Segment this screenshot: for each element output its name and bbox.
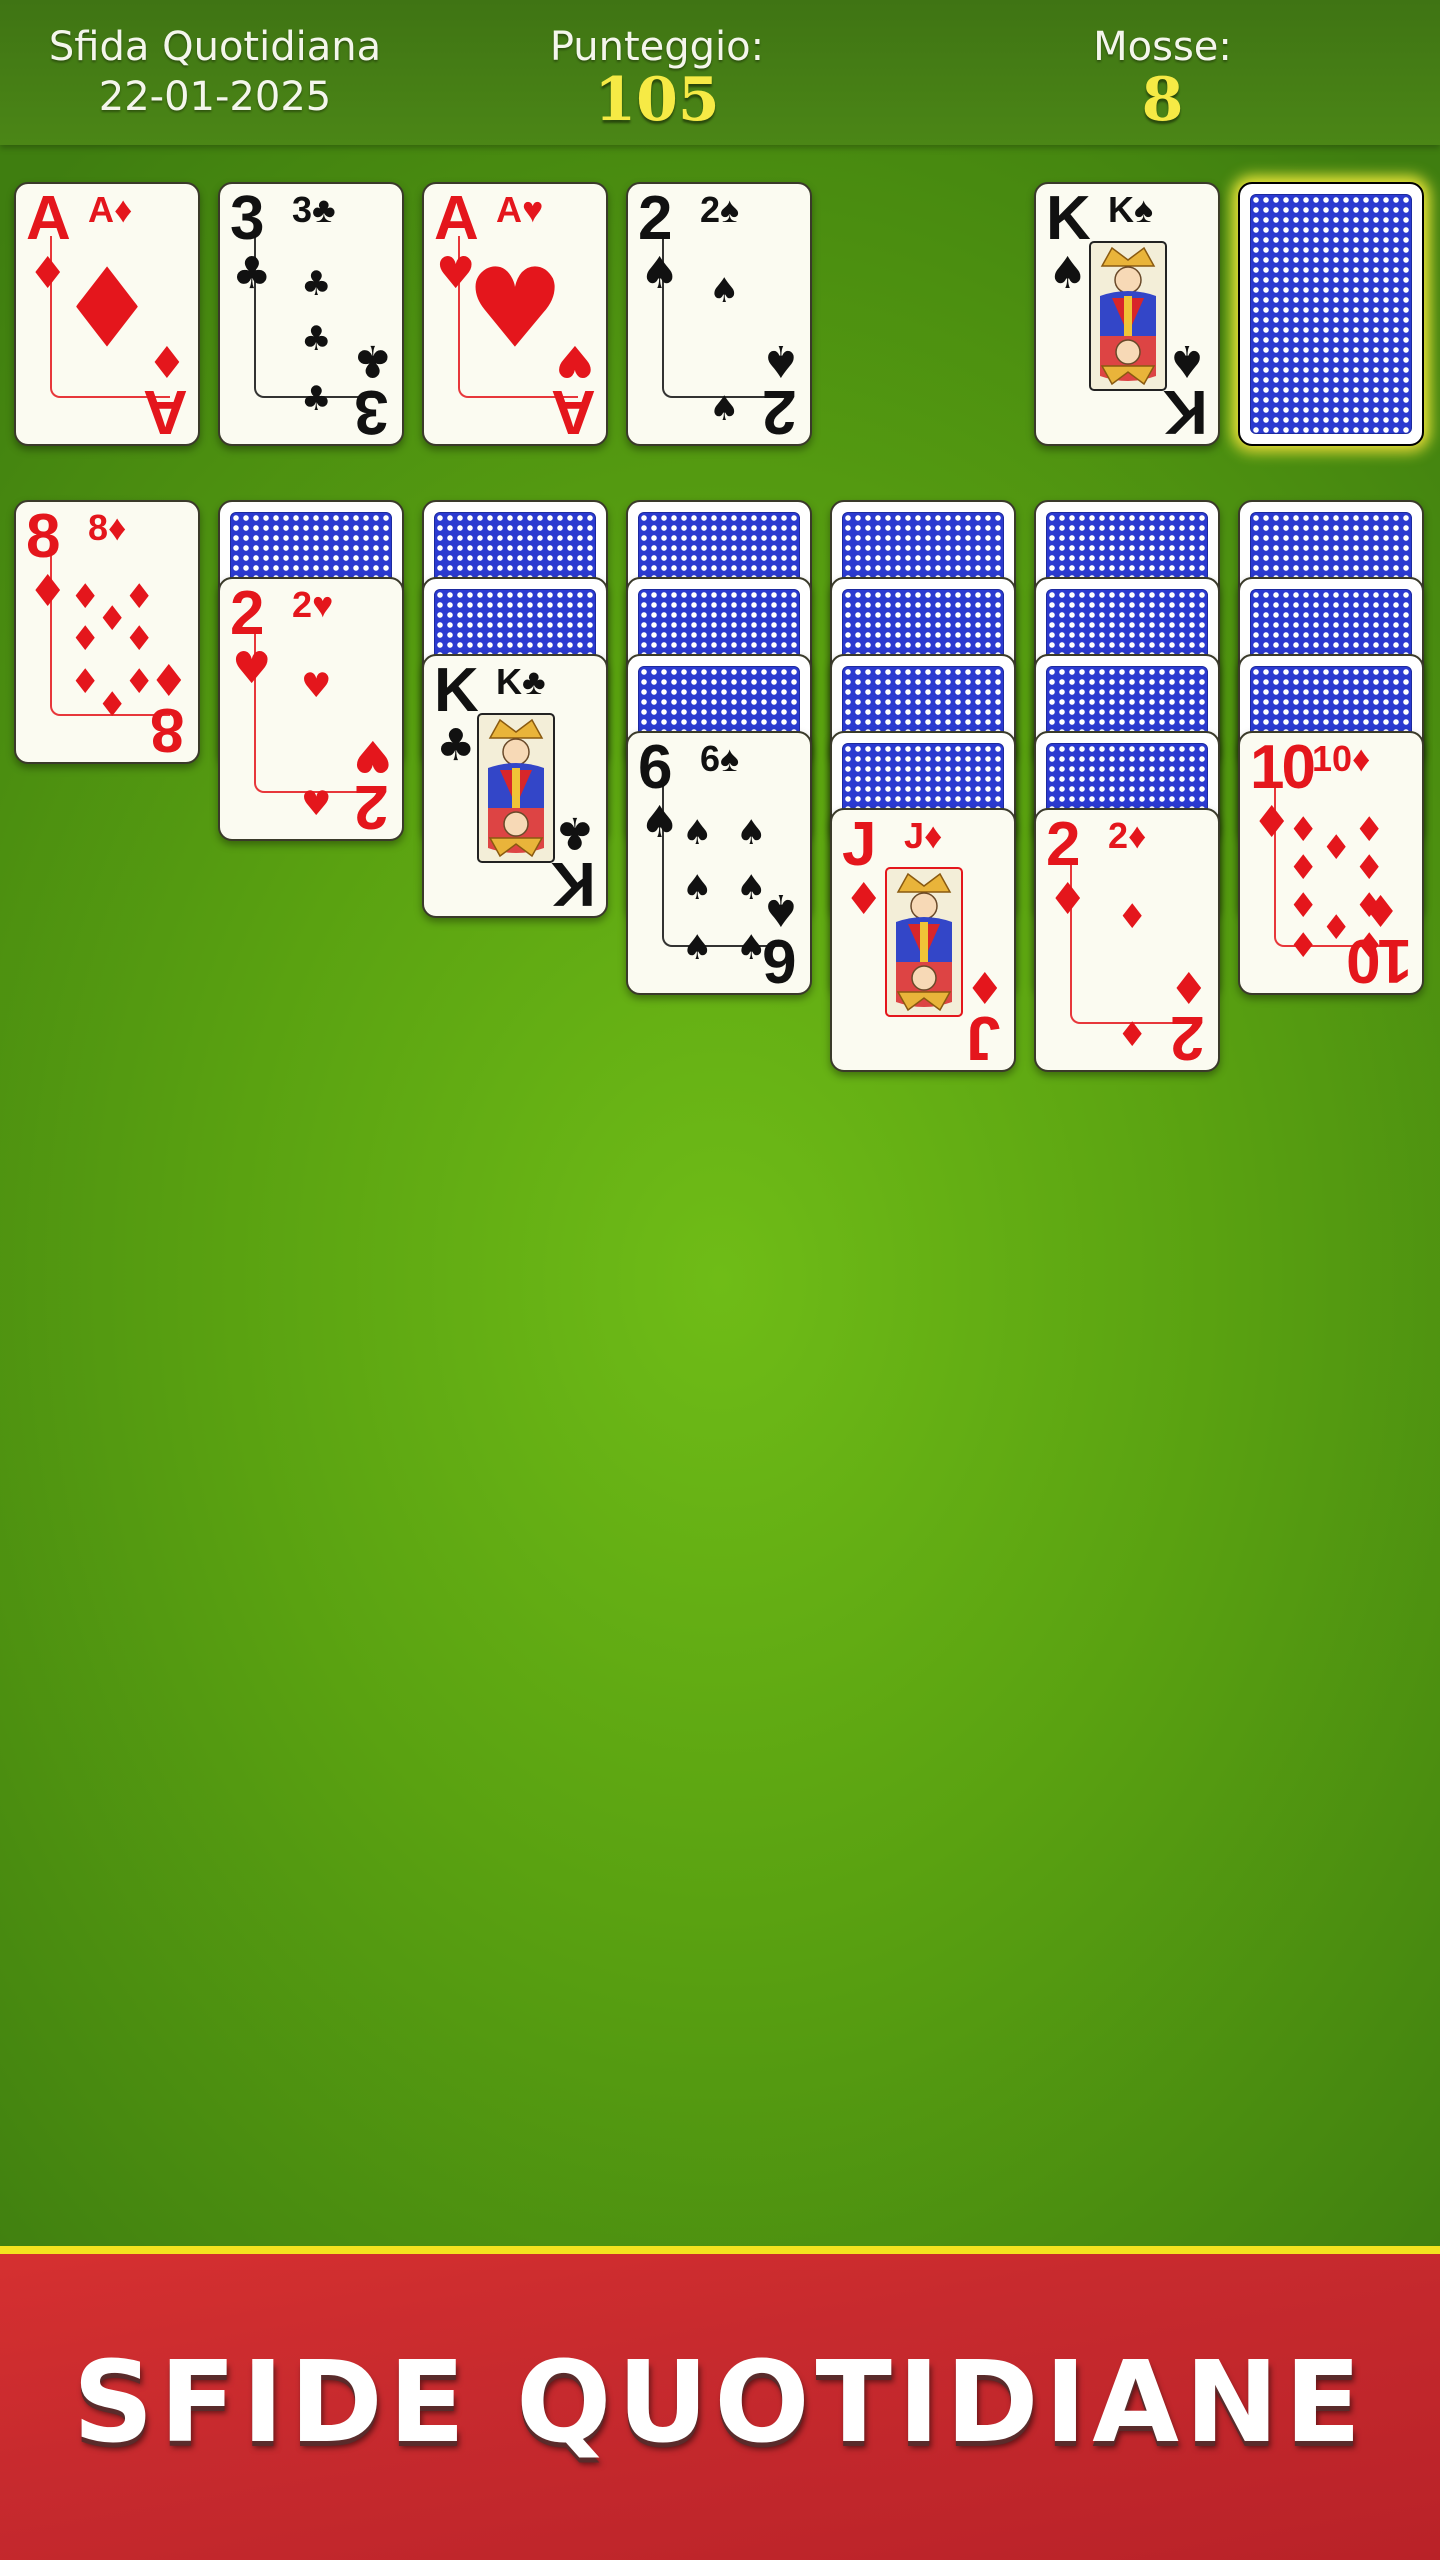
card-pip-icon: ♦ — [1354, 926, 1385, 966]
card-pip-icon: ♣ — [301, 319, 332, 359]
stock-pile[interactable] — [1238, 182, 1424, 446]
moves-display: Mosse: 8 — [1050, 22, 1275, 135]
tableau-2-top-card[interactable]: 2 ♥ 2♥ 2 ♥ ♥ ♥ — [218, 577, 404, 841]
card-pip-icon: ♠ — [682, 813, 713, 853]
card-corner-bottom: J ♦ — [964, 961, 1004, 1072]
card-frame — [254, 236, 374, 398]
tableau-1-top-card[interactable]: 8 ♦ 8♦ 8 ♦ ♦ ♦ ♦ ♦ ♦ ♦ ♦ ♦ — [14, 500, 200, 764]
card-pip-icon: ♦ — [1117, 897, 1148, 937]
card-pip-icon: ♦ — [70, 577, 101, 617]
card-pip-icon: ♦ — [1321, 828, 1352, 868]
daily-challenge-info: Sfida Quotidiana 22-01-2025 — [20, 22, 410, 122]
card-pip-icon: ♦ — [1117, 1015, 1148, 1055]
card-pip-icon: ♣ — [301, 264, 332, 304]
card-rank: J — [842, 810, 877, 879]
card-frame — [1070, 862, 1190, 1024]
foundation-pile-4[interactable]: 2 ♠ 2♠ 2 ♠ ♠ ♠ — [626, 182, 812, 446]
moves-value: 8 — [1141, 65, 1184, 135]
card-pip-icon: ♦ — [1288, 848, 1319, 888]
card-pip-icon: ♠ — [682, 868, 713, 908]
card-pip-icon: ♦ — [124, 577, 155, 617]
court-figure-icon — [1082, 236, 1174, 396]
card-pip-icon: ♠ — [736, 928, 767, 968]
card-index: J♦ — [904, 815, 943, 856]
tableau-5-top-card[interactable]: J ♦ J♦ J ♦ — [830, 808, 1016, 1072]
card-pip-icon: ♦ — [70, 619, 101, 659]
tableau-3-top-card[interactable]: K ♣ K♣ K ♣ — [422, 654, 608, 918]
card-pip-icon: ♦ — [1321, 908, 1352, 948]
card-pip-icon: ♦ — [1288, 926, 1319, 966]
card-index: 10♦ — [1312, 738, 1371, 779]
score-display: Punteggio: 105 — [507, 22, 807, 135]
card-pip-icon: ♠ — [736, 868, 767, 908]
card-pip-icon: ♠ — [736, 813, 767, 853]
card-back-pattern — [1250, 194, 1412, 434]
card-pip-icon: ♦ — [124, 662, 155, 702]
card-pip-icon: ♦ — [70, 662, 101, 702]
card-pip-icon: ♦ — [1288, 886, 1319, 926]
mode-label: Sfida Quotidiana — [48, 24, 382, 70]
card-index: 6♠ — [700, 738, 740, 779]
card-index: 2♠ — [700, 189, 740, 230]
foundation-pile-3[interactable]: A ♥ A♥ A ♥ ♥ — [422, 182, 608, 446]
card-pip-icon: ♦ — [97, 599, 128, 639]
card-pip-icon: ♦ — [1288, 810, 1319, 850]
card-frame — [254, 631, 374, 793]
card-index: K♠ — [1108, 189, 1154, 230]
card-pip-icon: ♠ — [682, 928, 713, 968]
card-pip-icon: ♦ — [1354, 886, 1385, 926]
tableau-4-top-card[interactable]: 6 ♠ 6♠ 6 ♠ ♠ ♠ ♠ ♠ ♠ ♠ — [626, 731, 812, 995]
court-figure-icon — [878, 862, 970, 1022]
foundation-pile-1[interactable]: A ♦ A♦ A ♦ ♦ — [14, 182, 200, 446]
foundation-pile-2[interactable]: 3 ♣ 3♣ 3 ♣ ♣ ♣ ♣ — [218, 182, 404, 446]
card-pip-icon: ♦ — [124, 619, 155, 659]
tableau-7-top-card[interactable]: 10 ♦ 10♦ 10 ♦ ♦ ♦ ♦ ♦ ♦ ♦ ♦ ♦ ♦ ♦ — [1238, 731, 1424, 995]
tableau-6-top-card[interactable]: 2 ♦ 2♦ 2 ♦ ♦ ♦ — [1034, 808, 1220, 1072]
card-index: 3♣ — [292, 189, 336, 230]
card-pip-icon: ♦ — [1354, 848, 1385, 888]
card-center-suit-icon: ♥ — [465, 244, 565, 373]
card-pip-icon: ♥ — [301, 666, 332, 706]
challenge-date: 22-01-2025 — [98, 74, 332, 120]
banner-title: SFIDE QUOTIDIANE — [72, 2338, 1368, 2468]
waste-pile[interactable]: K ♠ K♠ K ♠ — [1034, 182, 1220, 446]
score-value: 105 — [594, 65, 720, 135]
card-frame — [662, 785, 782, 947]
card-pip-icon: ♦ — [97, 685, 128, 725]
card-pip-icon: ♦ — [1354, 810, 1385, 850]
card-index: 8♦ — [88, 507, 127, 548]
card-index: K♣ — [496, 661, 546, 702]
top-bar: Sfida Quotidiana 22-01-2025 Punteggio: 1… — [0, 0, 1440, 145]
card-frame — [662, 236, 782, 398]
card-center-suit-icon: ♦ — [57, 244, 157, 373]
card-pip-icon: ♣ — [301, 379, 332, 419]
card-index: A♥ — [496, 189, 544, 230]
court-figure-icon — [470, 708, 562, 868]
card-index: A♦ — [88, 189, 133, 230]
card-index: 2♦ — [1108, 815, 1147, 856]
card-index: 2♥ — [292, 584, 334, 625]
card-pip-icon: ♠ — [709, 389, 740, 429]
card-pip-icon: ♠ — [709, 271, 740, 311]
card-pip-icon: ♥ — [301, 784, 332, 824]
promo-banner: SFIDE QUOTIDIANE — [0, 2246, 1440, 2560]
